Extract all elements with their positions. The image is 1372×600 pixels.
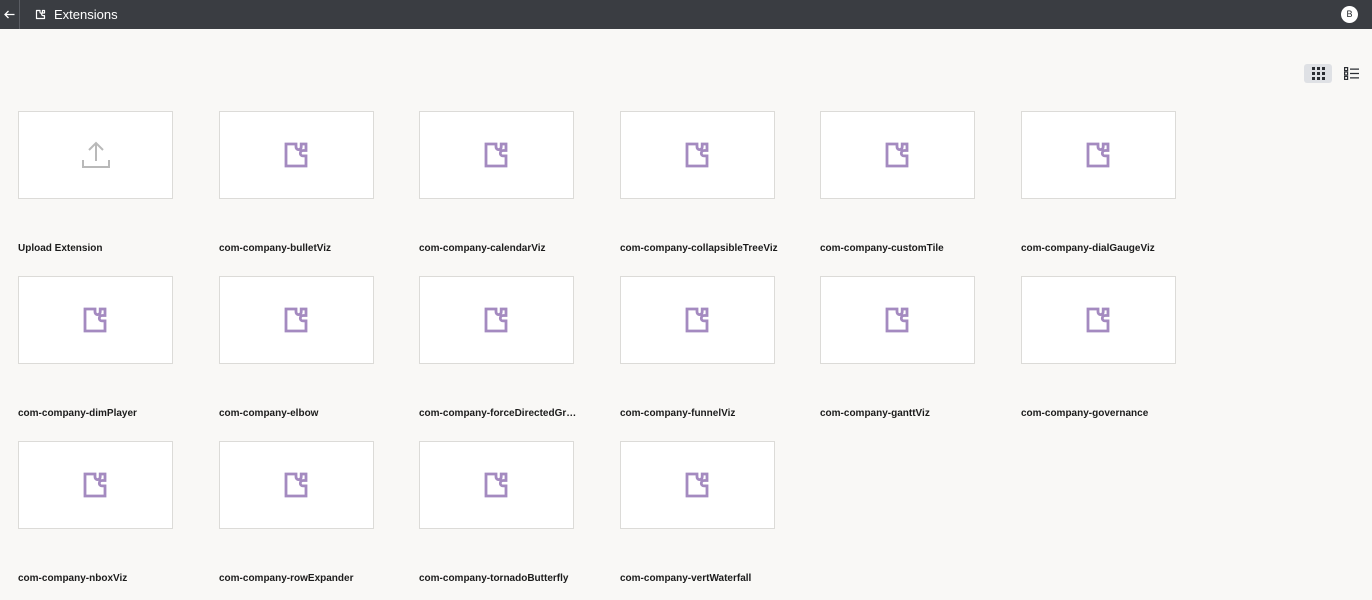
puzzle-icon bbox=[484, 142, 507, 168]
extension-label: com-company-funnelViz bbox=[620, 408, 736, 419]
extension-thumbnail[interactable] bbox=[620, 276, 775, 364]
extension-thumbnail[interactable] bbox=[620, 441, 775, 529]
puzzle-icon bbox=[885, 307, 908, 333]
extension-thumbnail[interactable] bbox=[219, 441, 374, 529]
arrow-left-icon bbox=[4, 10, 15, 19]
extension-label: com-company-customTile bbox=[820, 243, 944, 254]
extension-thumbnail[interactable] bbox=[18, 111, 173, 199]
extension-thumbnail[interactable] bbox=[419, 111, 574, 199]
extension-card[interactable]: com-company-elbow bbox=[219, 276, 379, 426]
extension-card[interactable]: com-company-rowExpander bbox=[219, 441, 379, 591]
puzzle-icon bbox=[685, 472, 708, 498]
extension-card[interactable]: com-company-vertWaterfall bbox=[620, 441, 780, 591]
extension-label: com-company-dialGaugeViz bbox=[1021, 243, 1155, 254]
puzzle-icon bbox=[484, 472, 507, 498]
extension-label: Upload Extension bbox=[18, 243, 103, 254]
extension-label: com-company-bulletViz bbox=[219, 243, 332, 254]
extension-label: com-company-forceDirectedGra... bbox=[419, 408, 579, 419]
extension-thumbnail[interactable] bbox=[419, 441, 574, 529]
extension-label: com-company-calendarViz bbox=[419, 243, 546, 254]
upload-icon bbox=[81, 141, 110, 168]
extension-card[interactable]: com-company-customTile bbox=[820, 111, 980, 261]
puzzle-icon bbox=[1086, 142, 1109, 168]
puzzle-icon bbox=[284, 472, 307, 498]
extension-thumbnail[interactable] bbox=[219, 111, 374, 199]
extension-thumbnail[interactable] bbox=[1021, 111, 1176, 199]
top-bar: Extensions B bbox=[0, 0, 1372, 29]
puzzle-icon bbox=[83, 307, 106, 333]
list-icon bbox=[1343, 67, 1359, 80]
extension-label: com-company-rowExpander bbox=[219, 573, 354, 584]
puzzle-icon bbox=[1086, 307, 1109, 333]
extension-card[interactable]: com-company-dialGaugeViz bbox=[1021, 111, 1181, 261]
extension-card[interactable]: com-company-dimPlayer bbox=[18, 276, 178, 426]
extension-thumbnail[interactable] bbox=[419, 276, 574, 364]
avatar[interactable]: B bbox=[1341, 6, 1358, 23]
puzzle-icon bbox=[284, 307, 307, 333]
extension-card[interactable]: com-company-tornadoButterfly bbox=[419, 441, 579, 591]
extension-label: com-company-dimPlayer bbox=[18, 408, 137, 419]
extension-thumbnail[interactable] bbox=[820, 276, 975, 364]
puzzle-icon bbox=[284, 142, 307, 168]
extension-label: com-company-governance bbox=[1021, 408, 1149, 419]
extension-card[interactable]: com-company-collapsibleTreeViz bbox=[620, 111, 780, 261]
puzzle-icon bbox=[885, 142, 908, 168]
puzzle-icon bbox=[685, 142, 708, 168]
extension-thumbnail[interactable] bbox=[18, 276, 173, 364]
puzzle-icon bbox=[484, 307, 507, 333]
page-title: Extensions bbox=[54, 7, 118, 22]
puzzle-icon bbox=[83, 472, 106, 498]
puzzle-icon bbox=[685, 307, 708, 333]
extension-label: com-company-elbow bbox=[219, 408, 319, 419]
extension-thumbnail[interactable] bbox=[1021, 276, 1176, 364]
extension-card[interactable]: com-company-bulletViz bbox=[219, 111, 379, 261]
extension-icon bbox=[35, 9, 46, 20]
back-button[interactable] bbox=[0, 0, 20, 29]
extension-thumbnail[interactable] bbox=[18, 441, 173, 529]
extension-thumbnail[interactable] bbox=[219, 276, 374, 364]
extension-thumbnail[interactable] bbox=[620, 111, 775, 199]
extension-card[interactable]: com-company-forceDirectedGra... bbox=[419, 276, 579, 426]
extension-card[interactable]: com-company-nboxViz bbox=[18, 441, 178, 591]
extension-card[interactable]: com-company-governance bbox=[1021, 276, 1181, 426]
upload-extension-card[interactable]: Upload Extension bbox=[18, 111, 178, 261]
extension-card[interactable]: com-company-calendarViz bbox=[419, 111, 579, 261]
extension-label: com-company-tornadoButterfly bbox=[419, 573, 569, 584]
grid-view-button[interactable] bbox=[1304, 64, 1332, 83]
list-view-button[interactable] bbox=[1339, 64, 1363, 83]
extension-label: com-company-vertWaterfall bbox=[620, 573, 752, 584]
extension-thumbnail[interactable] bbox=[820, 111, 975, 199]
grid-icon bbox=[1311, 67, 1325, 80]
extension-card[interactable]: com-company-funnelViz bbox=[620, 276, 780, 426]
extension-card[interactable]: com-company-ganttViz bbox=[820, 276, 980, 426]
extension-label: com-company-ganttViz bbox=[820, 408, 930, 419]
extension-label: com-company-collapsibleTreeViz bbox=[620, 243, 778, 254]
extension-label: com-company-nboxViz bbox=[18, 573, 128, 584]
